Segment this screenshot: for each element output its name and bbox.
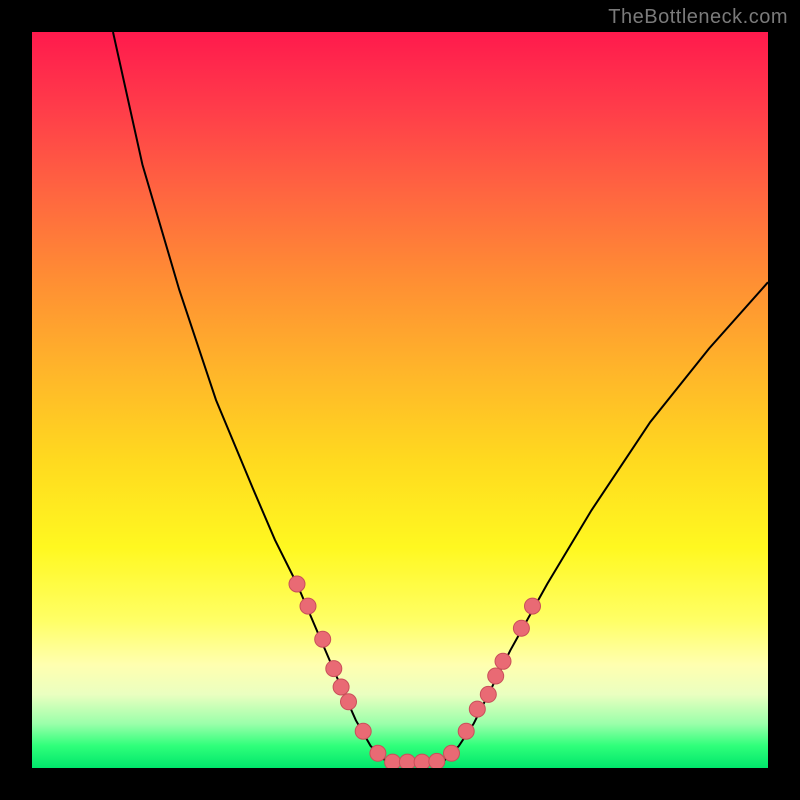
bottleneck-curve — [113, 32, 768, 762]
data-marker — [370, 745, 386, 761]
data-marker — [341, 694, 357, 710]
data-marker — [385, 754, 401, 768]
data-marker — [355, 723, 371, 739]
data-marker — [513, 620, 529, 636]
data-marker — [480, 686, 496, 702]
data-marker — [495, 653, 511, 669]
data-marker — [469, 701, 485, 717]
data-marker — [414, 754, 430, 768]
data-marker — [488, 668, 504, 684]
data-marker — [289, 576, 305, 592]
data-marker — [444, 745, 460, 761]
data-marker — [399, 754, 415, 768]
data-marker — [315, 631, 331, 647]
watermark-text: TheBottleneck.com — [608, 6, 788, 29]
data-marker — [525, 598, 541, 614]
data-marker — [429, 753, 445, 768]
marker-group — [289, 576, 541, 768]
plot-area — [32, 32, 768, 768]
data-marker — [458, 723, 474, 739]
data-marker — [326, 661, 342, 677]
data-marker — [300, 598, 316, 614]
bottleneck-curve-svg — [32, 32, 768, 768]
chart-frame: TheBottleneck.com — [0, 0, 800, 800]
data-marker — [333, 679, 349, 695]
